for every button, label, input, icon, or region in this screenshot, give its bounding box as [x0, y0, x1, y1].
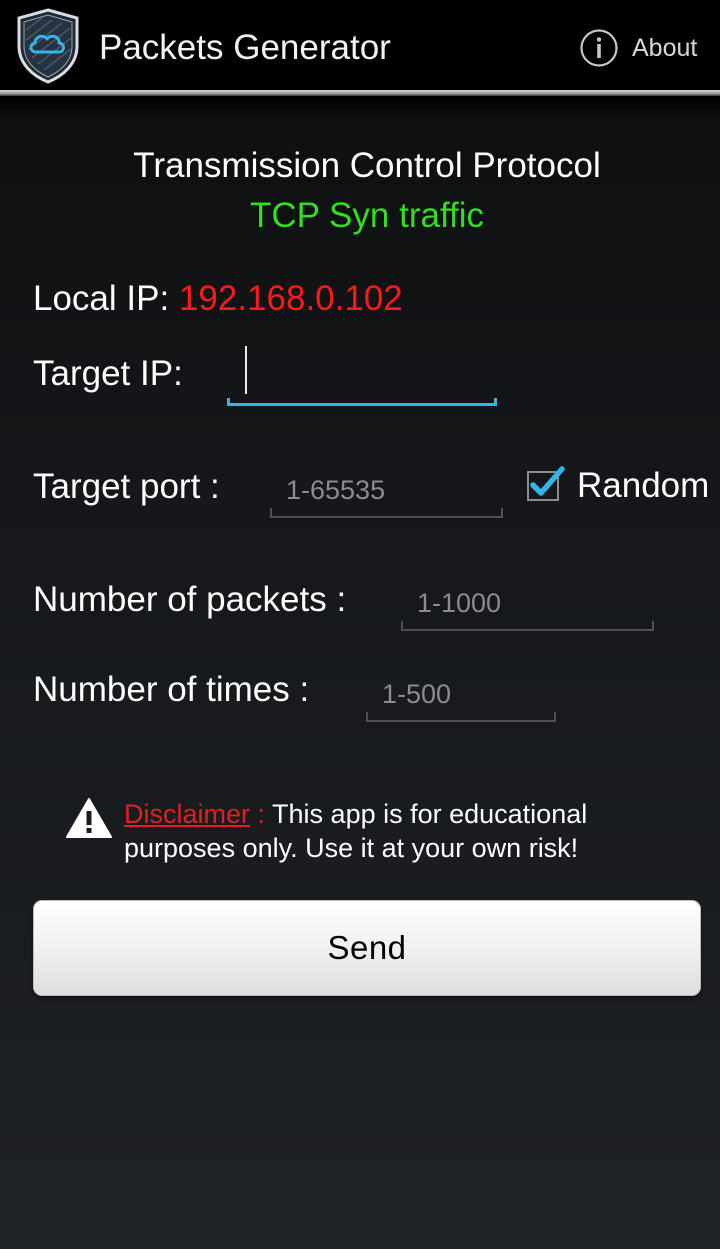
text-cursor [245, 346, 247, 394]
target-ip-label: Target IP: [33, 354, 183, 393]
action-bar: Packets Generator About [0, 0, 720, 90]
local-ip-value: 192.168.0.102 [178, 279, 403, 318]
times-label: Number of times : [33, 670, 310, 709]
disclaimer-separator: : [250, 799, 266, 829]
shield-cloud-icon[interactable] [16, 8, 80, 84]
random-checkbox[interactable] [526, 466, 566, 502]
packets-field[interactable] [401, 575, 654, 631]
app-screen: Packets Generator About Transmission Con… [0, 0, 720, 1249]
target-port-input[interactable] [270, 462, 503, 518]
action-bar-shadow [0, 96, 720, 118]
times-input[interactable] [366, 666, 556, 722]
target-port-label: Target port : [33, 467, 220, 506]
info-circle-icon [580, 29, 618, 67]
packets-input[interactable] [401, 575, 654, 631]
warning-triangle-icon [66, 798, 112, 838]
local-ip-label: Local IP: [33, 279, 170, 318]
about-button[interactable]: About [580, 26, 697, 70]
local-ip-row: Local IP: 192.168.0.102 [33, 279, 403, 319]
disclaimer-text: Disclaimer : This app is for educational… [124, 797, 664, 865]
packets-label: Number of packets : [33, 580, 347, 619]
disclaimer-link[interactable]: Disclaimer [124, 799, 250, 829]
target-port-field[interactable] [270, 462, 503, 518]
times-field[interactable] [366, 666, 556, 722]
target-ip-input[interactable] [227, 346, 497, 406]
random-label[interactable]: Random [577, 466, 709, 506]
about-label: About [632, 33, 698, 62]
app-title: Packets Generator [99, 28, 391, 67]
send-button[interactable]: Send [33, 900, 701, 996]
protocol-heading: Transmission Control Protocol [133, 146, 601, 185]
traffic-subheading: TCP Syn traffic [249, 196, 485, 235]
target-ip-field[interactable] [227, 346, 497, 406]
